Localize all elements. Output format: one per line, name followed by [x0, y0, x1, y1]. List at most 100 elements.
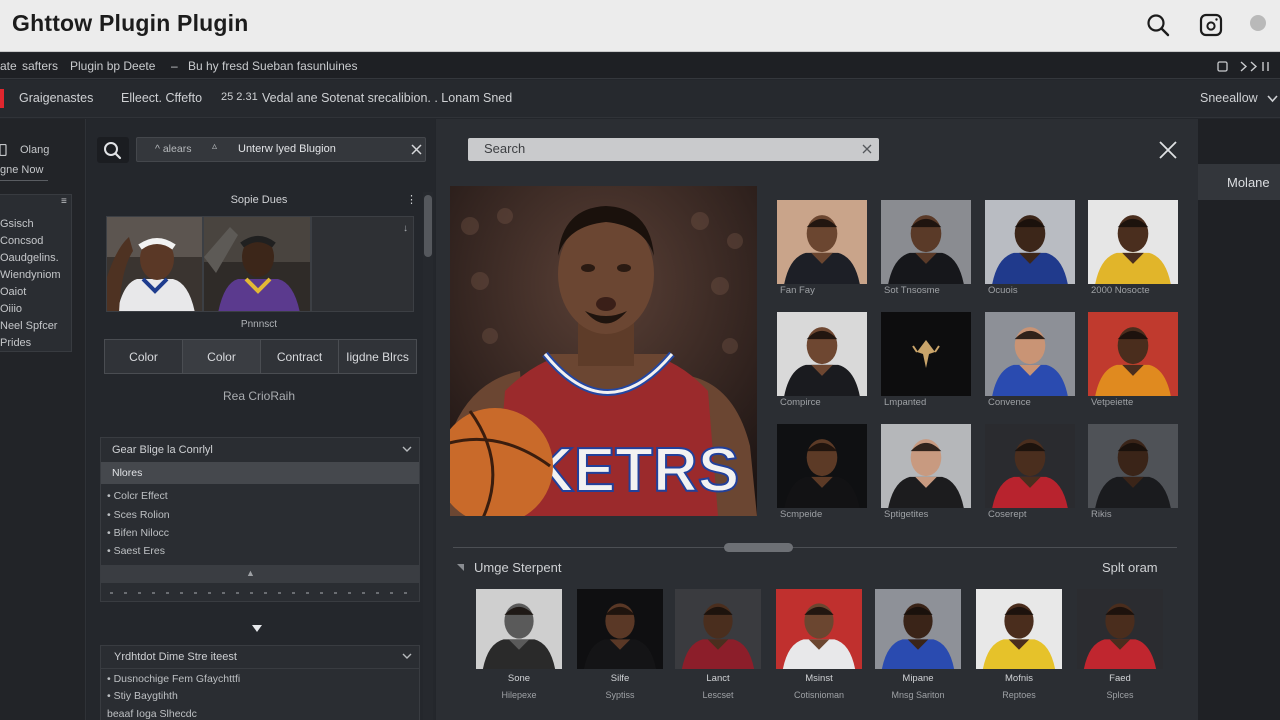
circle-icon[interactable] [1246, 12, 1272, 38]
settings-section-title[interactable]: Yrdhtdot Dime Stre iteest [114, 651, 237, 663]
plugin-select-field[interactable]: ^ alears ▵ Unterw lyed Blugion [136, 137, 426, 162]
strip-thumbnail-subtitle: Cotisnioman [793, 690, 845, 700]
settings-item[interactable]: • Stiy Baygtihth [107, 690, 178, 702]
grid-thumbnail-label: Sot Tnsosme [884, 285, 940, 296]
grid-thumbnail[interactable] [985, 312, 1075, 396]
grid-thumbnail-label: Coserept [988, 509, 1027, 520]
strip-thumbnail[interactable] [476, 589, 562, 669]
grid-thumbnail[interactable] [881, 200, 971, 284]
instagram-icon[interactable] [1198, 12, 1224, 38]
strip-thumbnail[interactable] [776, 589, 862, 669]
effects-item[interactable]: • Sces Rolion [107, 509, 170, 521]
toolbar-dropdown[interactable]: Sneeallow [1200, 91, 1258, 105]
plugin-field-value: Unterw lyed Blugion [238, 143, 336, 155]
search-icon[interactable] [1145, 12, 1171, 38]
menu-item-file[interactable]: ate [0, 59, 17, 73]
grid-thumbnail[interactable] [777, 200, 867, 284]
effects-item[interactable]: • Saest Eres [107, 545, 165, 557]
sidebar-item-spfcer[interactable]: Neel Spfcer [0, 320, 57, 332]
menu-strip: ate safters Plugin bp Deete – Bu hy fres… [0, 53, 1280, 79]
strip-thumbnail-subtitle: Mnsg Sariton [891, 690, 945, 700]
panel-scrollbar[interactable] [423, 192, 433, 720]
sidebar-item-wiendyniom[interactable]: Wiendyniom [0, 269, 61, 281]
grid-thumbnail[interactable] [1088, 424, 1178, 508]
panel-search-button[interactable] [97, 137, 129, 163]
chevrons-right-icon[interactable] [1238, 60, 1274, 73]
sidebar-item-concsod[interactable]: Concsod [0, 235, 43, 247]
panel-scrollbar-thumb[interactable] [424, 195, 432, 257]
strip-thumbnail-subtitle: Hilepexe [501, 690, 537, 700]
toolbar-brand[interactable]: Graigenastes [19, 91, 93, 105]
effects-section-title[interactable]: Gear Blige la Conrlyl [112, 444, 213, 456]
more-icon[interactable]: ≡ [61, 196, 67, 207]
grid-thumbnail[interactable] [777, 424, 867, 508]
main-search-placeholder: Search [484, 141, 526, 156]
grid-thumbnail[interactable] [1088, 312, 1178, 396]
blur-button[interactable]: Iigdne Blrcs [339, 340, 416, 373]
sidebar-item-oaiot[interactable]: Oaiot [0, 286, 26, 298]
strip-thumbnail[interactable] [976, 589, 1062, 669]
color-alt-button[interactable]: Color [183, 340, 261, 373]
preview-thumb-2[interactable] [203, 216, 311, 312]
strip-thumbnail-subtitle: Lescset [702, 690, 734, 700]
caret-up-icon: ▲ [246, 568, 255, 578]
sidebar-item-oiiio[interactable]: Oiiio [0, 303, 22, 315]
preview-thumb-1[interactable] [106, 216, 203, 312]
effects-slider-track[interactable]: ▲ [101, 565, 419, 583]
menu-item-plugin[interactable]: Plugin bp Deete [70, 59, 155, 73]
caret-down-icon[interactable] [251, 624, 263, 633]
clear-search-icon[interactable] [862, 144, 872, 154]
chevron-down-icon[interactable] [402, 446, 412, 453]
phone-icon [0, 144, 8, 156]
menu-item-help[interactable]: Bu hy fresd Sueban fasunluines [188, 59, 357, 73]
sidebar-item-search[interactable]: Gsisch [0, 218, 34, 230]
adjust-button-group: Color Color Contract Iigdne Blrcs [104, 339, 417, 374]
close-panel-icon[interactable] [1159, 141, 1177, 159]
image-strip-title: Umge Sterpent [474, 560, 562, 575]
effects-item[interactable]: • Bifen Nilocc [107, 527, 169, 539]
reset-link[interactable]: Rea CrioRaih [104, 389, 414, 403]
sidebar-item-prides[interactable]: Prides [0, 337, 31, 349]
contrast-button[interactable]: Contract [261, 340, 339, 373]
grid-thumbnail[interactable] [881, 312, 971, 396]
settings-item[interactable]: beaaf Ioga Slhecdc [107, 708, 197, 720]
accent-marker [0, 89, 4, 108]
effects-item[interactable]: • Colcr Effect [107, 490, 168, 502]
split-handle[interactable] [724, 543, 793, 552]
strip-thumbnail[interactable] [577, 589, 663, 669]
toolbar-filter[interactable]: Elleect. Cffefto [121, 91, 202, 105]
grid-thumbnail[interactable] [985, 424, 1075, 508]
grid-thumbnail[interactable] [985, 200, 1075, 284]
close-icon[interactable] [411, 144, 422, 155]
grid-thumbnail-label: Fan Fay [780, 285, 815, 296]
arrow-down-icon: ↓ [403, 223, 408, 234]
strip-thumbnail[interactable] [1077, 589, 1163, 669]
chevron-down-icon[interactable] [402, 653, 412, 660]
strip-thumbnail[interactable] [875, 589, 961, 669]
grid-thumbnail-label: Convence [988, 397, 1031, 408]
effects-subheader[interactable]: Nlores [101, 462, 419, 484]
right-panel-tab[interactable]: Molane [1198, 164, 1280, 200]
tag-icon [456, 563, 466, 573]
main-search-input[interactable]: Search [468, 138, 879, 161]
sidebar-item-olang[interactable]: Olang [20, 144, 49, 156]
hero-image[interactable]: OKETRS [450, 186, 757, 516]
preview-thumb-empty[interactable]: ↓ [311, 216, 414, 312]
split-view-button[interactable]: Splt oram [1102, 560, 1158, 575]
color-button[interactable]: Color [105, 340, 183, 373]
grid-thumbnail[interactable] [777, 312, 867, 396]
toolbar-description: Vedal ane Sotenat srecalibion. . Lonam S… [262, 91, 513, 105]
sidebar-item-oaudgelins[interactable]: Oaudgelins. [0, 252, 59, 264]
strip-thumbnail[interactable] [675, 589, 761, 669]
square-icon[interactable] [1217, 61, 1228, 72]
right-panel-tab-label: Molane [1227, 175, 1270, 190]
grid-thumbnail[interactable] [881, 424, 971, 508]
grid-thumbnail[interactable] [1088, 200, 1178, 284]
strip-thumbnail-subtitle: Reptoes [1002, 690, 1036, 700]
menu-item-safters[interactable]: safters [22, 59, 58, 73]
settings-item[interactable]: • Dusnochige Fem Gfaychttfi [107, 673, 240, 685]
sidebar-item-now[interactable]: gne Now [0, 164, 43, 176]
chevron-down-icon[interactable] [1267, 94, 1278, 103]
kebab-icon[interactable]: ⋮ [406, 193, 417, 206]
right-panel [1198, 119, 1280, 720]
